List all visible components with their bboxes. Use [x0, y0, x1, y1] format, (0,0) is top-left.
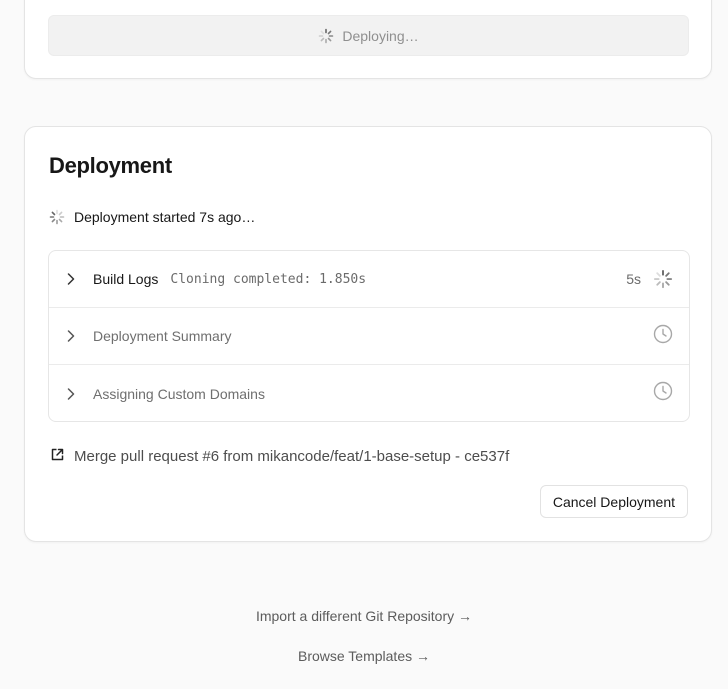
commit-message: Merge pull request #6 from mikancode/fea… — [74, 448, 510, 465]
deployment-steps: Build Logs Cloning completed: 1.850s 5s — [48, 250, 690, 422]
step-label: Deployment Summary — [93, 328, 232, 344]
deployment-status-text: Deployment started 7s ago… — [74, 209, 256, 225]
deployment-title: Deployment — [49, 153, 172, 178]
step-duration: 5s — [626, 271, 641, 287]
step-log: Cloning completed: 1.850s — [170, 271, 367, 287]
step-deployment-summary[interactable]: Deployment Summary — [49, 308, 689, 365]
deploying-button[interactable]: Deploying… — [48, 15, 689, 56]
browse-templates-link[interactable]: Browse Templates → — [0, 648, 728, 664]
step-assigning-custom-domains[interactable]: Assigning Custom Domains — [49, 365, 689, 421]
chevron-right-icon — [65, 387, 77, 400]
cancel-deployment-button[interactable]: Cancel Deployment — [539, 485, 688, 518]
spinner-icon — [653, 269, 673, 289]
deployment-card: Deployment Deployment started 7s ago… Bu… — [24, 126, 712, 542]
step-label: Assigning Custom Domains — [93, 385, 265, 402]
commit-link[interactable]: Merge pull request #6 from mikancode/fea… — [51, 448, 509, 465]
external-link-icon — [51, 448, 64, 465]
chevron-right-icon — [65, 273, 77, 285]
clock-icon — [653, 381, 673, 406]
deployment-status: Deployment started 7s ago… — [49, 209, 255, 225]
import-repository-link[interactable]: Import a different Git Repository → — [0, 608, 728, 624]
step-label: Build Logs — [93, 271, 159, 287]
clock-icon — [653, 324, 673, 349]
project-card: Deploying… — [24, 0, 712, 79]
step-build-logs[interactable]: Build Logs Cloning completed: 1.850s 5s — [49, 251, 689, 308]
spinner-icon — [318, 28, 334, 44]
chevron-right-icon — [65, 330, 77, 342]
spinner-icon — [49, 209, 65, 225]
deploying-button-label: Deploying… — [342, 27, 419, 44]
